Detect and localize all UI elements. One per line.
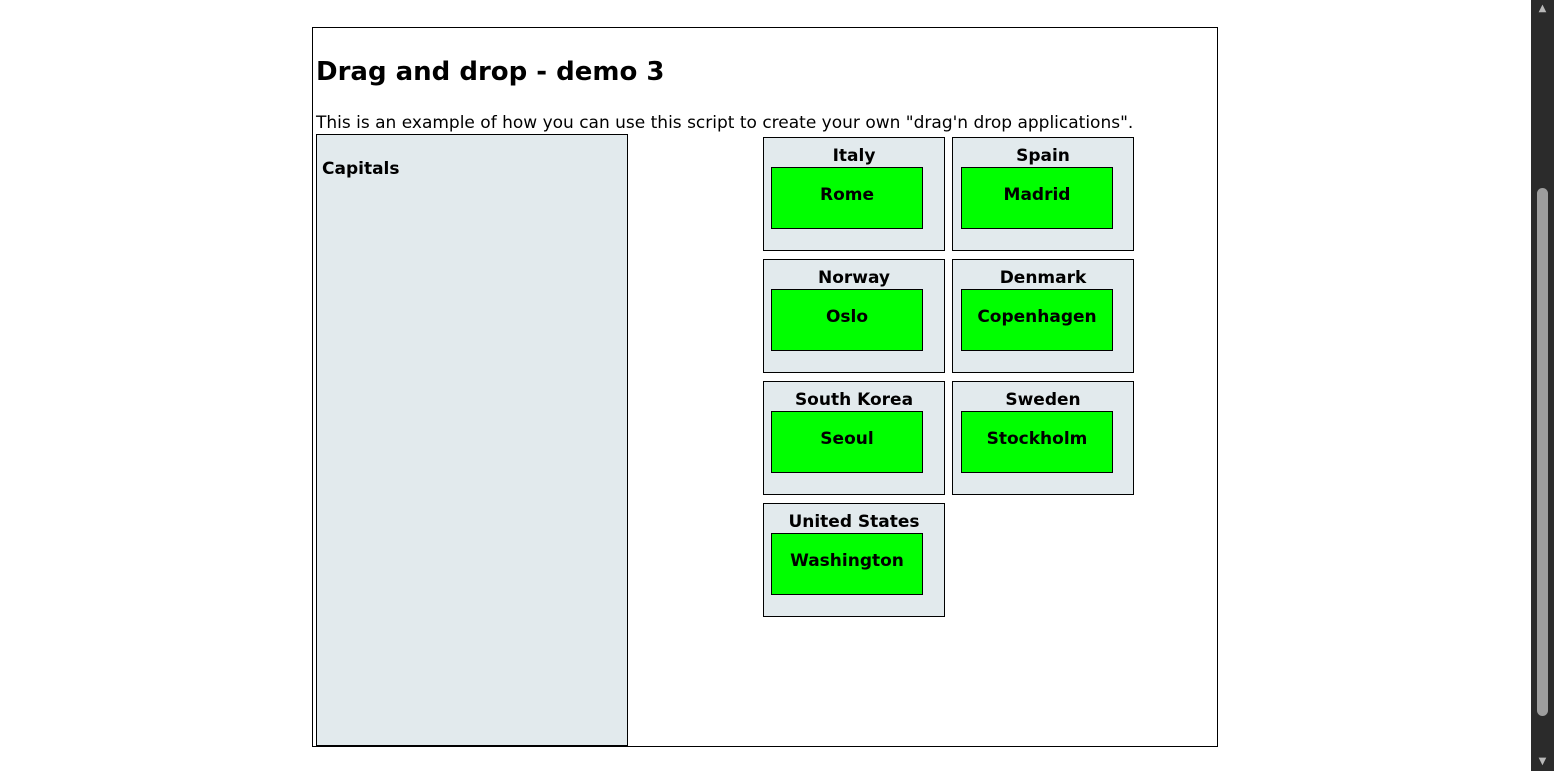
scroll-up-arrow-icon[interactable]: ▲ xyxy=(1531,0,1554,18)
capital-item-rome[interactable]: Rome xyxy=(771,167,923,229)
country-box-spain[interactable]: Spain Madrid xyxy=(952,137,1134,251)
country-name: Spain xyxy=(1016,146,1070,166)
capital-item-copenhagen[interactable]: Copenhagen xyxy=(961,289,1113,351)
country-name: United States xyxy=(788,512,920,532)
capital-item-stockholm[interactable]: Stockholm xyxy=(961,411,1113,473)
country-box-united-states[interactable]: United States Washington xyxy=(763,503,945,617)
country-name: Sweden xyxy=(1005,390,1081,410)
country-name: Denmark xyxy=(999,268,1087,288)
capitals-drop-zone[interactable]: Capitals xyxy=(316,134,628,746)
country-box-south-korea[interactable]: South Korea Seoul xyxy=(763,381,945,495)
country-name: Norway xyxy=(817,268,891,288)
demo-container: Drag and drop - demo 3 This is an exampl… xyxy=(312,27,1218,747)
country-box-norway[interactable]: Norway Oslo xyxy=(763,259,945,373)
country-box-sweden[interactable]: Sweden Stockholm xyxy=(952,381,1134,495)
scrollbar-thumb[interactable] xyxy=(1537,188,1548,716)
country-name: Italy xyxy=(832,146,876,166)
vertical-scrollbar[interactable]: ▲ ▼ xyxy=(1531,0,1554,771)
country-name: South Korea xyxy=(794,390,914,410)
capitals-heading: Capitals xyxy=(322,159,400,179)
intro-text: This is an example of how you can use th… xyxy=(316,113,1134,133)
capital-item-madrid[interactable]: Madrid xyxy=(961,167,1113,229)
scroll-down-arrow-icon[interactable]: ▼ xyxy=(1531,753,1554,771)
capital-item-seoul[interactable]: Seoul xyxy=(771,411,923,473)
country-box-denmark[interactable]: Denmark Copenhagen xyxy=(952,259,1134,373)
page-title: Drag and drop - demo 3 xyxy=(316,57,665,87)
capital-item-washington[interactable]: Washington xyxy=(771,533,923,595)
country-box-italy[interactable]: Italy Rome xyxy=(763,137,945,251)
capital-item-oslo[interactable]: Oslo xyxy=(771,289,923,351)
